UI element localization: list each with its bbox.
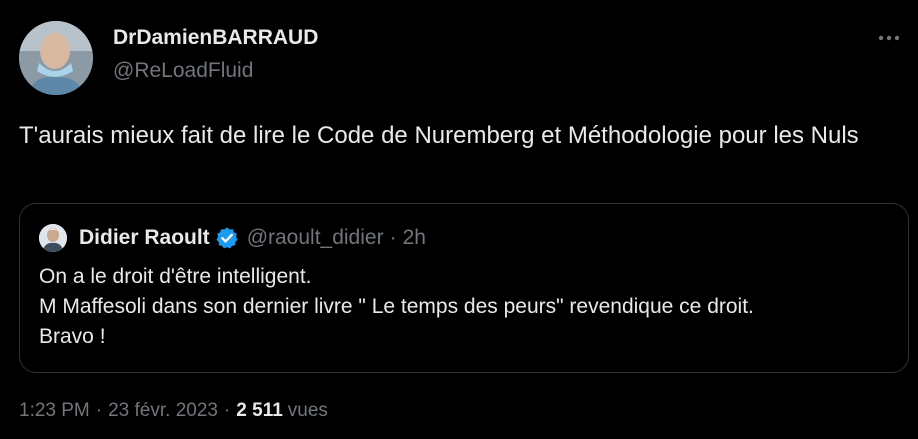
tweet-date[interactable]: 23 févr. 2023 xyxy=(108,400,218,421)
quoted-author-avatar[interactable] xyxy=(39,224,67,252)
more-dots-icon xyxy=(878,35,900,41)
author-display-name[interactable]: DrDamienBARRAUD xyxy=(113,24,318,52)
author-info: DrDamienBARRAUD @ReLoadFluid xyxy=(113,24,318,85)
quoted-text-line: M Maffesoli dans son dernier livre " Le … xyxy=(39,295,754,318)
views-count: 2 511 xyxy=(236,400,283,421)
meta-separator: · xyxy=(223,400,231,421)
tweet-metadata: 1:23 PM · 23 févr. 2023 · 2 511 vues xyxy=(19,398,328,424)
author-handle[interactable]: @ReLoadFluid xyxy=(113,57,318,85)
quoted-separator: · xyxy=(389,226,397,249)
tweet-time[interactable]: 1:23 PM xyxy=(19,400,90,421)
quoted-tweet-header: Didier Raoult @raoult_didier · 2h xyxy=(39,223,426,253)
quoted-timestamp[interactable]: 2h xyxy=(403,226,426,250)
quoted-tweet-text: On a le droit d'être intelligent. M Maff… xyxy=(39,262,889,352)
quoted-text-line: On a le droit d'être intelligent. xyxy=(39,265,312,288)
quoted-tweet[interactable]: Didier Raoult @raoult_didier · 2h On a l… xyxy=(19,203,909,373)
views-label: vues xyxy=(287,400,328,421)
more-options-button[interactable] xyxy=(872,26,906,50)
meta-separator: · xyxy=(95,400,103,421)
tweet-text: T'aurais mieux fait de lire le Code de N… xyxy=(19,122,859,149)
quoted-author-handle[interactable]: @raoult_didier xyxy=(247,226,384,250)
quoted-text-line: Bravo ! xyxy=(39,325,106,348)
author-avatar[interactable] xyxy=(19,21,93,95)
verified-badge-icon xyxy=(215,226,239,250)
quoted-author-name[interactable]: Didier Raoult xyxy=(79,226,210,250)
tweet: DrDamienBARRAUD @ReLoadFluid T'aurais mi… xyxy=(0,0,918,439)
